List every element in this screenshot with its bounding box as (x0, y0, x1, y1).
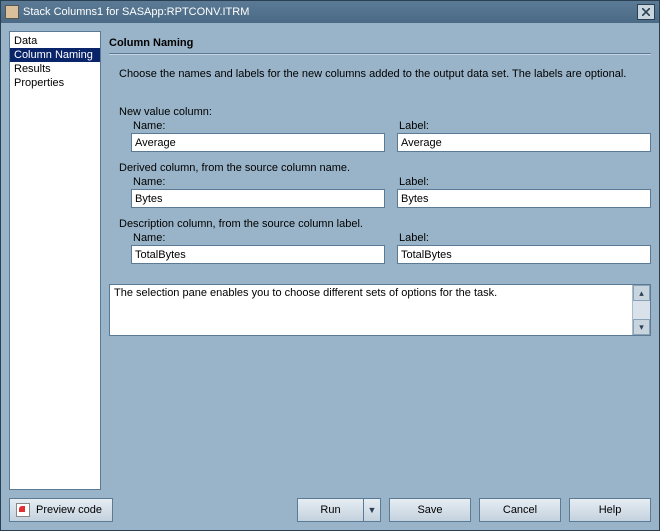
sidebar-item-properties[interactable]: Properties (10, 76, 100, 90)
scrollbar[interactable]: ▴ ▾ (632, 285, 650, 335)
field-row: Name: Label: (131, 176, 651, 208)
label-label: Label: (397, 232, 651, 244)
field-row: Name: Label: (131, 120, 651, 152)
chevron-down-icon: ▼ (368, 505, 377, 515)
status-box: The selection pane enables you to choose… (109, 284, 651, 336)
cancel-button[interactable]: Cancel (479, 498, 561, 522)
help-button[interactable]: Help (569, 498, 651, 522)
main-row: Data Column Naming Results Properties Co… (9, 31, 651, 490)
save-button[interactable]: Save (389, 498, 471, 522)
divider (109, 53, 651, 54)
name-label: Name: (131, 176, 385, 188)
app-icon (5, 5, 19, 19)
preview-code-button[interactable]: Preview code (9, 498, 113, 522)
sidebar: Data Column Naming Results Properties (9, 31, 101, 490)
dialog-window: Stack Columns1 for SASApp:RPTCONV.ITRM D… (0, 0, 660, 531)
run-button[interactable]: Run (297, 498, 363, 522)
name-label: Name: (131, 120, 385, 132)
sidebar-item-data[interactable]: Data (10, 34, 100, 48)
label-label: Label: (397, 176, 651, 188)
derived-label-input[interactable] (397, 189, 651, 208)
titlebar: Stack Columns1 for SASApp:RPTCONV.ITRM (1, 1, 659, 23)
preview-code-label: Preview code (36, 504, 102, 516)
preview-icon (16, 503, 30, 517)
close-button[interactable] (637, 4, 655, 20)
window-title: Stack Columns1 for SASApp:RPTCONV.ITRM (23, 6, 637, 18)
run-split-button: Run ▼ (297, 498, 381, 522)
section-label-new-value: New value column: (119, 106, 651, 118)
label-label: Label: (397, 120, 651, 132)
field-col: Name: (131, 120, 385, 152)
sidebar-item-results[interactable]: Results (10, 62, 100, 76)
sidebar-item-column-naming[interactable]: Column Naming (10, 48, 100, 62)
field-col: Label: (397, 176, 651, 208)
description-label-input[interactable] (397, 245, 651, 264)
new-value-label-input[interactable] (397, 133, 651, 152)
page-title: Column Naming (109, 31, 651, 53)
run-dropdown-button[interactable]: ▼ (363, 498, 381, 522)
section-label-description: Description column, from the source colu… (119, 218, 651, 230)
status-text: The selection pane enables you to choose… (114, 287, 497, 299)
scroll-down-icon[interactable]: ▾ (633, 319, 650, 335)
field-col: Name: (131, 176, 385, 208)
scroll-up-icon[interactable]: ▴ (633, 285, 650, 301)
dialog-body: Data Column Naming Results Properties Co… (1, 23, 659, 530)
field-col: Name: (131, 232, 385, 264)
field-row: Name: Label: (131, 232, 651, 264)
field-col: Label: (397, 232, 651, 264)
description-name-input[interactable] (131, 245, 385, 264)
new-value-name-input[interactable] (131, 133, 385, 152)
derived-name-input[interactable] (131, 189, 385, 208)
button-row: Preview code Run ▼ Save Cancel Help (9, 496, 651, 522)
close-icon (642, 8, 650, 16)
name-label: Name: (131, 232, 385, 244)
content-pane: Column Naming Choose the names and label… (109, 31, 651, 490)
page-description: Choose the names and labels for the new … (119, 68, 651, 80)
section-label-derived: Derived column, from the source column n… (119, 162, 651, 174)
field-col: Label: (397, 120, 651, 152)
